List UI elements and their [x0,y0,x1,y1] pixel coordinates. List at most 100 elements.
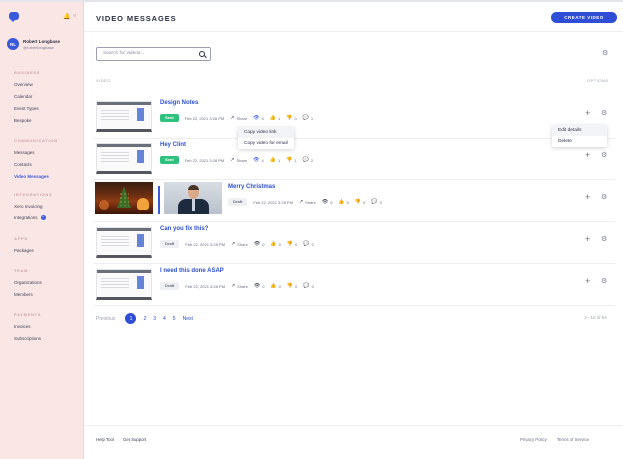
add-icon[interactable]: + [585,109,590,118]
video-title[interactable]: Design Notes [160,100,198,106]
likes-count: 👍 1 [269,115,281,121]
footer-divider [84,425,623,426]
comment-icon: 💬 [303,241,310,247]
pagination-page-1[interactable]: 1 [125,313,137,324]
status-badge: Sent [160,114,179,122]
likes-count: 👍 0 [338,199,349,205]
pagination-page-3[interactable]: 3 [153,316,156,322]
sidebar-item-integrations[interactable]: Integrations + [14,215,46,220]
video-meta: Draft Feb 22, 2021 3:28 PM ↗ Share 👁 0 👍 0 … [160,240,320,248]
menu-item-edit-details[interactable]: Edit details [552,125,607,136]
row-options-gear-icon[interactable]: ⚙ [601,110,607,117]
video-preview-image[interactable] [164,182,222,214]
terms-of-service-link[interactable]: Terms of Service [557,437,589,442]
dislikes-count: 👎 0 [286,115,297,121]
page-title: VIDEO MESSAGES [96,14,177,23]
sidebar-item-invoices[interactable]: Invoices [14,324,31,329]
video-title[interactable]: Can you fix this? [160,226,208,232]
share-button[interactable]: ↗ Share [230,157,247,163]
list-settings-gear-icon[interactable]: ⚙ [602,50,608,57]
eye-icon: 👁 [253,283,261,289]
video-thumbnail[interactable] [96,227,152,258]
video-title[interactable]: Hey Clint [160,142,186,148]
pagination-page-2[interactable]: 2 [143,316,146,322]
search-icon[interactable] [199,51,205,57]
sidebar-item-event-types[interactable]: Event Types [14,106,39,111]
thumbnail-divider [158,186,160,214]
get-support-link[interactable]: Get Support [123,437,146,442]
privacy-policy-link[interactable]: Privacy Policy [520,437,547,442]
create-video-button[interactable]: CREATE VIDEO [551,12,617,23]
options-menu: Edit details Delete [552,125,607,147]
share-button[interactable]: ↗ Share [230,115,247,121]
sidebar-item-video-messages[interactable]: Video Messages [14,174,49,179]
sidebar-item-contacts[interactable]: Contacts [14,162,32,167]
nav-section-communication: COMMUNICATION [14,138,58,143]
nav-section-team: TEAM [14,268,29,273]
menu-item-delete[interactable]: Delete [552,136,607,147]
share-icon: ↗ [230,283,236,289]
sidebar-item-calendar[interactable]: Calendar [14,94,32,99]
sidebar-item-messages[interactable]: Messages [14,150,35,155]
video-date: Feb 22, 2021 3:28 PM [184,115,225,121]
dislikes-count: 👎 0 [286,241,298,247]
status-badge: Draft [160,282,180,290]
video-thumbnail[interactable] [96,143,152,174]
row-divider [94,263,615,264]
add-icon[interactable]: + [585,151,590,160]
eye-icon: 👁 [253,115,260,121]
video-thumbnail[interactable] [95,182,153,214]
share-menu: Copy video link Copy video for email [238,127,294,149]
thumbs-down-icon: 👎 [286,241,294,247]
notification-icon[interactable]: 🔔 [63,13,70,20]
row-divider [94,305,615,306]
video-date: Feb 22, 2021 3:28 PM [185,241,225,247]
add-icon[interactable]: + [585,193,590,202]
row-options-gear-icon[interactable]: ⚙ [601,152,607,159]
thumbs-up-icon: 👍 [269,115,276,121]
sidebar-item-subscriptions[interactable]: Subscriptions [14,336,41,341]
video-thumbnail[interactable] [96,269,152,300]
video-date: Feb 22, 2021 3:28 PM [185,283,225,289]
help-tool-link[interactable]: Help Tool [96,437,114,442]
add-icon[interactable]: + [585,235,590,244]
pagination-next[interactable]: Next [183,316,193,322]
column-header-video: VIDEO [96,78,111,83]
user-profile[interactable]: RL Robert Longbase @robertlongbase [7,38,60,50]
row-options-gear-icon[interactable]: ⚙ [601,194,607,201]
status-badge: Draft [160,240,180,248]
video-date: Feb 22, 2021 3:28 PM [253,199,293,205]
video-title[interactable]: I need this done ASAP [160,268,224,274]
share-button[interactable]: ↗ Share [231,283,248,289]
thumbs-up-icon: 👍 [270,283,277,289]
sidebar-item-xero-invoicing[interactable]: Xero Invoicing [14,204,43,209]
menu-item-copy-video-link[interactable]: Copy video link [238,127,294,138]
row-options-gear-icon[interactable]: ⚙ [601,236,607,243]
sidebar-item-packages[interactable]: Packages [14,248,34,253]
app-logo-icon[interactable] [9,12,19,22]
row-options-gear-icon[interactable]: ⚙ [601,278,607,285]
menu-item-copy-video-for-email[interactable]: Copy video for email [238,138,294,149]
collapse-sidebar-icon[interactable]: « [73,13,76,19]
share-button[interactable]: ↗ Share [299,199,316,205]
row-divider [94,221,615,222]
sidebar-item-label: Integrations [14,215,38,220]
sidebar-item-overview[interactable]: Overview [14,82,33,87]
share-icon: ↗ [230,157,235,163]
video-thumbnail[interactable] [96,101,152,132]
search-input[interactable]: Search for videos... [96,47,211,61]
likes-count: 👍 1 [269,157,281,163]
pagination-page-4[interactable]: 4 [163,316,166,322]
likes-count: 👍 0 [270,241,281,247]
thumbs-down-icon: 👎 [286,283,294,289]
status-badge: Draft [228,198,248,206]
pagination-previous[interactable]: Previous [96,316,115,322]
video-title[interactable]: Merry Christmas [228,184,275,190]
add-icon[interactable]: + [585,277,590,286]
pagination-page-5[interactable]: 5 [173,316,176,322]
sidebar-item-members[interactable]: Members [14,292,33,297]
comments-count: 💬 0 [303,241,314,247]
share-button[interactable]: ↗ Share [231,241,248,247]
sidebar-item-bespoke[interactable]: Bespoke [14,118,32,123]
sidebar-item-organizations[interactable]: Organizations [14,280,42,285]
